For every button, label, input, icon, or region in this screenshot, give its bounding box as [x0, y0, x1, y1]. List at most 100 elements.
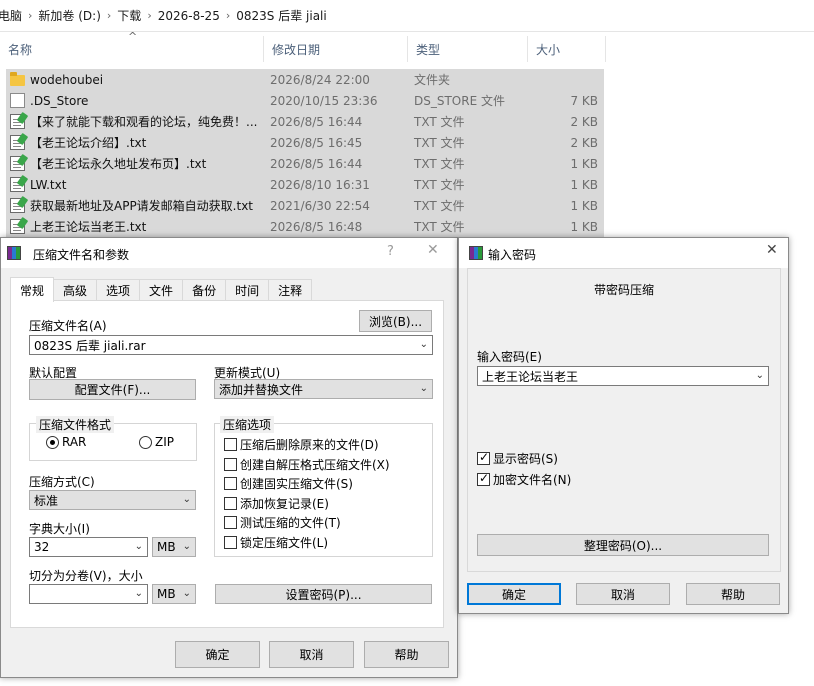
- column-header-name[interactable]: 名称: [0, 36, 264, 62]
- breadcrumb-item[interactable]: 电脑: [0, 7, 28, 24]
- file-date: 2021/6/30 22:54: [270, 198, 370, 213]
- file-row[interactable]: LW.txt 2026/8/10 16:31 TXT 文件 1 KB: [6, 174, 604, 195]
- archive-option-checkbox[interactable]: 创建自解压格式压缩文件(X): [224, 456, 390, 473]
- column-header-type[interactable]: 类型: [408, 36, 528, 62]
- encrypt-filenames-checkbox[interactable]: 加密文件名(N): [477, 471, 571, 488]
- profiles-button[interactable]: 配置文件(F)...: [29, 379, 196, 400]
- radio-selected-icon: [46, 435, 59, 449]
- file-name: .DS_Store: [30, 93, 89, 108]
- dictionary-size-input[interactable]: 32 ⌄: [29, 537, 148, 557]
- archive-option-checkbox[interactable]: 压缩后删除原来的文件(D): [224, 436, 379, 453]
- file-row[interactable]: 获取最新地址及APP请发邮箱自动获取.txt 2021/6/30 22:54 TXT…: [6, 195, 604, 216]
- breadcrumb-item[interactable]: 2026-8-25: [152, 9, 226, 23]
- file-row[interactable]: 【老王论坛永久地址发布页】.txt 2026/8/5 16:44 TXT 文件 1 K…: [6, 153, 604, 174]
- tab-advanced[interactable]: 高级: [53, 279, 98, 301]
- file-date: 2026/8/5 16:44: [270, 114, 363, 129]
- set-password-button[interactable]: 设置密码(P)...: [215, 584, 432, 604]
- split-volume-size-input[interactable]: ⌄: [29, 584, 148, 604]
- checkbox-checked-icon: [477, 450, 490, 465]
- file-size: 1 KB: [570, 177, 598, 192]
- checkbox-unchecked-icon: [224, 516, 237, 529]
- dialog-title: 压缩文件名和参数: [33, 248, 130, 262]
- close-icon[interactable]: ✕: [766, 242, 778, 258]
- password-cancel-button[interactable]: 取消: [576, 583, 670, 605]
- archive-option-label: 测试压缩的文件(T): [240, 516, 341, 530]
- update-mode-select[interactable]: 添加并替换文件 ⌄: [214, 379, 433, 399]
- file-size: 7 KB: [570, 93, 598, 108]
- archive-options-group-title: 压缩选项: [220, 416, 275, 433]
- txt-icon: [10, 135, 25, 150]
- tab-general[interactable]: 常规: [10, 277, 55, 302]
- split-volumes-label: 切分为分卷(V)，大小: [29, 569, 143, 583]
- archive-option-checkbox[interactable]: 锁定压缩文件(L): [224, 534, 328, 551]
- txt-icon: [10, 219, 25, 234]
- breadcrumb-item[interactable]: 下载: [111, 7, 147, 24]
- column-header-size[interactable]: 大小: [528, 36, 606, 62]
- file-row[interactable]: 上老王论坛当老王.txt 2026/8/5 16:48 TXT 文件 1 KB: [6, 216, 604, 237]
- tab-comment[interactable]: 注释: [268, 279, 313, 301]
- split-unit-select[interactable]: MB ⌄: [152, 584, 196, 604]
- password-panel: [467, 268, 781, 572]
- archive-ok-button[interactable]: 确定: [175, 641, 260, 668]
- archive-name-input[interactable]: 0823S 后辈 jiali.rar ⌄: [29, 335, 433, 355]
- file-type: DS_STORE 文件: [414, 94, 505, 108]
- file-row[interactable]: 【老王论坛介绍】.txt 2026/8/5 16:45 TXT 文件 2 KB: [6, 132, 604, 153]
- breadcrumb-item[interactable]: 0823S 后辈 jiali: [230, 7, 332, 24]
- archive-option-label: 添加恢复记录(E): [240, 497, 329, 511]
- chevron-down-icon[interactable]: ⌄: [420, 339, 428, 350]
- password-help-button[interactable]: 帮助: [686, 583, 780, 605]
- update-mode-value: 添加并替换文件: [219, 382, 304, 397]
- file-name: 【老王论坛介绍】.txt: [30, 136, 147, 150]
- file-date: 2026/8/5 16:44: [270, 156, 363, 171]
- file-row[interactable]: 【来了就能下载和观看的论坛，纯免费！... 2026/8/5 16:44 TXT 文…: [6, 111, 604, 132]
- dialog-title: 输入密码: [488, 248, 537, 262]
- file-type: TXT 文件: [414, 136, 465, 150]
- password-ok-button[interactable]: 确定: [467, 583, 561, 605]
- file-row[interactable]: .DS_Store 2020/10/15 23:36 DS_STORE 文件 7 KB: [6, 90, 604, 111]
- archive-cancel-button[interactable]: 取消: [269, 641, 354, 668]
- tab-files[interactable]: 文件: [139, 279, 184, 301]
- close-icon[interactable]: ✕: [427, 242, 439, 258]
- txt-icon: [10, 177, 25, 192]
- archive-option-checkbox[interactable]: 创建固实压缩文件(S): [224, 475, 353, 492]
- file-date: 2026/8/24 22:00: [270, 72, 370, 87]
- file-date: 2020/10/15 23:36: [270, 93, 378, 108]
- compression-method-select[interactable]: 标准 ⌄: [29, 490, 196, 510]
- chevron-down-icon[interactable]: ⌄: [135, 541, 143, 552]
- format-zip-label: ZIP: [155, 435, 174, 449]
- help-icon[interactable]: ?: [387, 244, 394, 259]
- tab-options[interactable]: 选项: [96, 279, 141, 301]
- checkbox-unchecked-icon: [224, 438, 237, 451]
- tab-time[interactable]: 时间: [225, 279, 270, 301]
- show-password-checkbox[interactable]: 显示密码(S): [477, 450, 558, 467]
- archive-option-checkbox[interactable]: 添加恢复记录(E): [224, 495, 329, 512]
- chevron-down-icon[interactable]: ⌄: [756, 370, 764, 381]
- dialog-titlebar: 压缩文件名和参数 ? ✕: [1, 238, 457, 268]
- file-type: TXT 文件: [414, 220, 465, 234]
- organize-passwords-button[interactable]: 整理密码(O)...: [477, 534, 769, 556]
- chevron-down-icon[interactable]: ⌄: [135, 588, 143, 599]
- archive-name-value: 0823S 后辈 jiali.rar: [34, 338, 146, 353]
- winrar-icon: [7, 246, 21, 260]
- file-type: TXT 文件: [414, 199, 465, 213]
- column-header-date[interactable]: 修改日期: [264, 36, 408, 62]
- file-name: 获取最新地址及APP请发邮箱自动获取.txt: [30, 199, 254, 213]
- browse-button[interactable]: 浏览(B)...: [359, 310, 432, 332]
- password-input[interactable]: 上老王论坛当老王 ⌄: [477, 366, 769, 386]
- archive-option-checkbox[interactable]: 测试压缩的文件(T): [224, 514, 341, 531]
- file-size: 1 KB: [570, 219, 598, 234]
- breadcrumb-item[interactable]: 新加卷 (D:): [32, 7, 106, 24]
- dictionary-size-value: 32: [34, 540, 50, 554]
- file-date: 2026/8/5 16:48: [270, 219, 363, 234]
- archive-help-button[interactable]: 帮助: [364, 641, 449, 668]
- dialog-titlebar: 输入密码 ✕: [459, 238, 788, 268]
- file-type: TXT 文件: [414, 115, 465, 129]
- format-zip-radio[interactable]: ZIP: [139, 435, 174, 449]
- tab-backup[interactable]: 备份: [182, 279, 227, 301]
- file-date: 2026/8/5 16:45: [270, 135, 363, 150]
- file-row[interactable]: wodehoubei 2026/8/24 22:00 文件夹: [6, 69, 604, 90]
- dictionary-unit-select[interactable]: MB ⌄: [152, 537, 196, 557]
- checkbox-checked-icon: [477, 471, 490, 486]
- chevron-down-icon: ⌄: [419, 383, 428, 394]
- format-rar-radio[interactable]: RAR: [46, 435, 86, 449]
